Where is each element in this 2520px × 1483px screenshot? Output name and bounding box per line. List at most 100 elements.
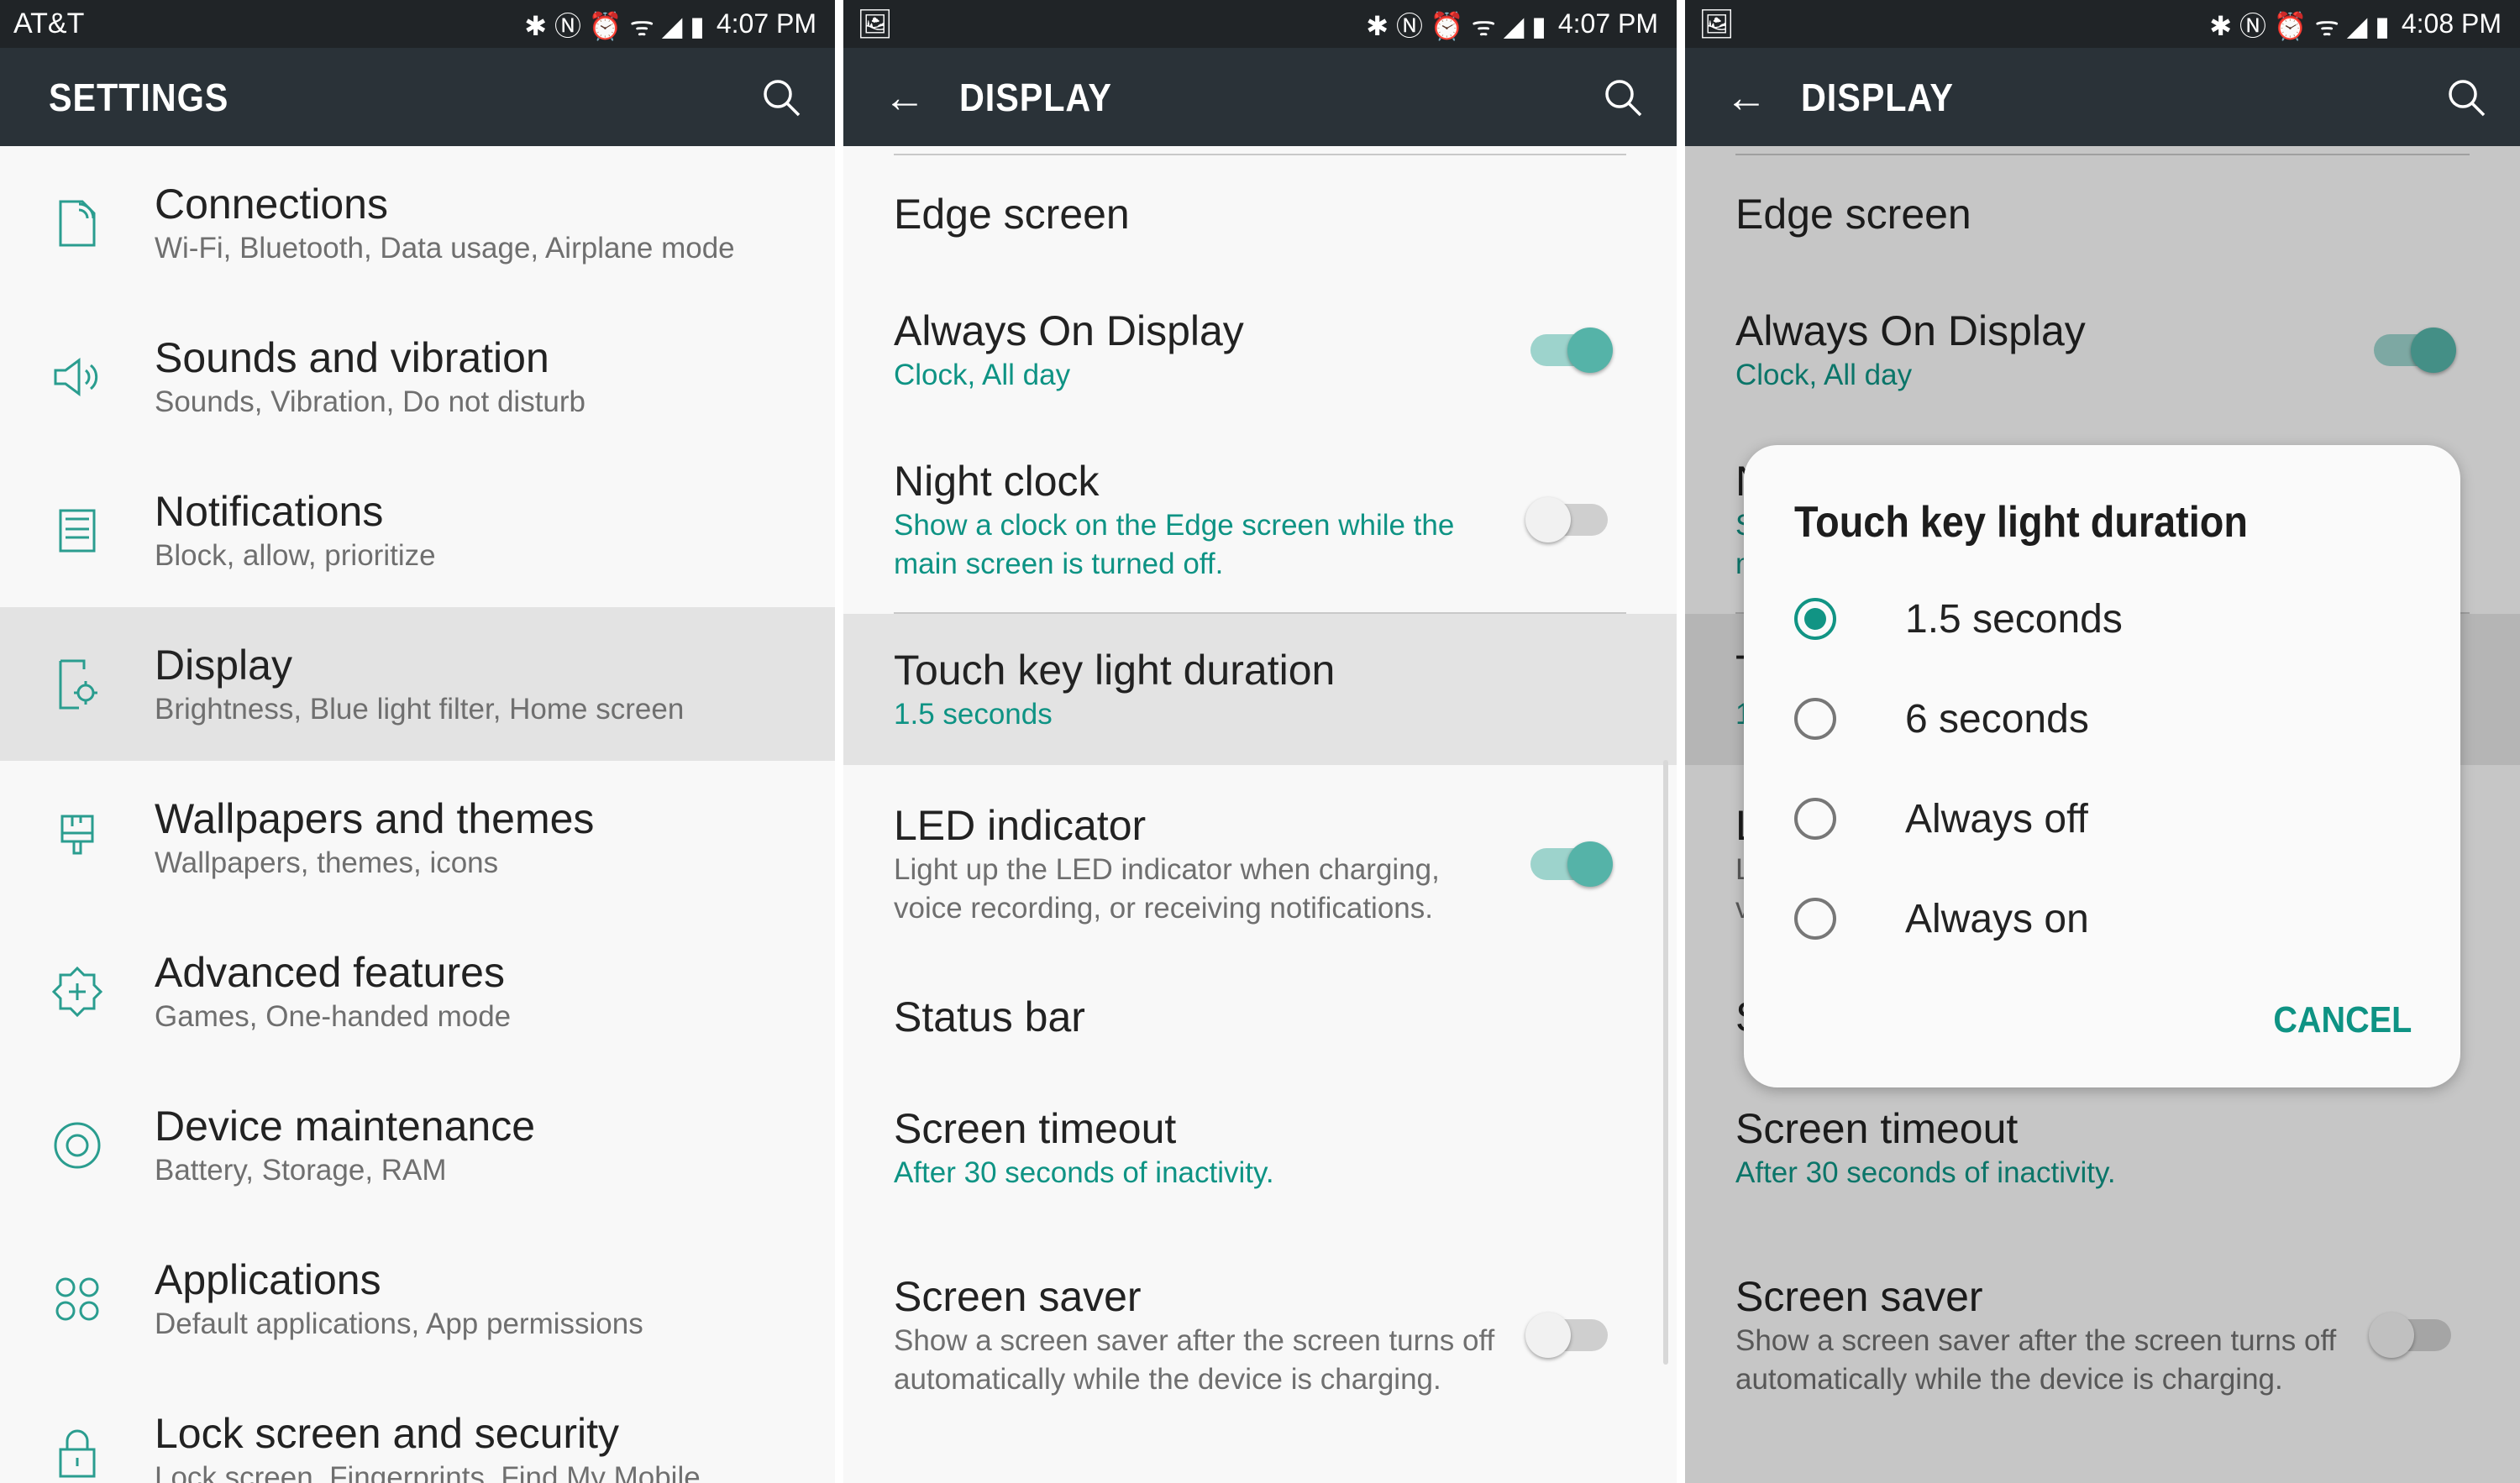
item-subtitle: Sounds, Vibration, Do not disturb (155, 385, 586, 418)
toggle-switch[interactable] (1530, 328, 1613, 373)
app-bar: SETTINGS (0, 48, 835, 146)
radio-button[interactable] (1794, 898, 1836, 940)
settings-item-lock-screen-and-security[interactable]: Lock screen and security Lock screen, Fin… (0, 1376, 835, 1483)
app-bar: ← DISPLAY (843, 48, 1677, 146)
gallery-notification-icon: 🖼 (857, 8, 894, 40)
item-title: Advanced features (155, 948, 505, 996)
radio-option[interactable]: 6 seconds (1794, 677, 2089, 761)
display-item-touch-key-light-duration[interactable]: Touch key light duration 1.5 seconds (843, 614, 1677, 765)
display-item-edge-screen[interactable]: Edge screen (894, 155, 1626, 273)
item-title: Night clock (894, 458, 1100, 505)
gear-plus-icon (51, 966, 103, 1017)
radio-button[interactable] (1794, 598, 1836, 640)
toggle-switch[interactable] (1530, 841, 1613, 887)
status-icons: ✱ Ⓝ ⏰ ᯤ ◢ ▮ 4:08 PM (2209, 8, 2502, 41)
status-bar: 🖼 ✱ Ⓝ ⏰ ᯤ ◢ ▮ 4:07 PM (843, 0, 1677, 48)
settings-item-applications[interactable]: Applications Default applications, App pe… (0, 1222, 835, 1376)
settings-item-wallpapers-and-themes[interactable]: Wallpapers and themes Wallpapers, themes,… (0, 761, 835, 914)
item-title: Connections (155, 180, 388, 228)
page-title: SETTINGS (49, 75, 229, 119)
display-item-screen-saver[interactable]: Screen saver Show a screen saver after th… (894, 1225, 1626, 1445)
dialog-title: Touch key light duration (1794, 498, 2248, 547)
lock-icon (59, 1429, 96, 1477)
toggle-knob (1525, 497, 1571, 542)
settings-item-connections[interactable]: Connections Wi-Fi, Bluetooth, Data usage,… (0, 146, 835, 300)
settings-item-notifications[interactable]: Notifications Block, allow, prioritize (0, 453, 835, 607)
search-icon[interactable] (1603, 77, 1643, 118)
display-item-status-bar[interactable]: Status bar (894, 963, 1626, 1071)
item-title: Device maintenance (155, 1102, 536, 1150)
settings-item-sounds-and-vibration[interactable]: Sounds and vibration Sounds, Vibration, D… (0, 300, 835, 453)
settings-item-advanced-features[interactable]: Advanced features Games, One-handed mode (0, 914, 835, 1068)
display-item-night-clock[interactable]: Night clockShow a clock on the Edge scre… (894, 427, 1626, 612)
item-subtitle: Games, One-handed mode (155, 999, 512, 1033)
item-title: Edge screen (894, 191, 1130, 238)
item-subtitle: Battery, Storage, RAM (155, 1153, 447, 1187)
item-subtitle: Lock screen, Fingerprints, Find My Mobil… (155, 1460, 701, 1483)
option-label: Always off (1905, 796, 2088, 841)
display-screen: 🖼 ✱ Ⓝ ⏰ ᯤ ◢ ▮ 4:07 PM ← DISPLAY Edge scr… (843, 0, 1677, 1483)
radio-option[interactable]: 1.5 seconds (1794, 577, 2123, 661)
settings-list: Connections Wi-Fi, Bluetooth, Data usage,… (0, 146, 835, 1483)
notifications-icon (59, 509, 96, 552)
search-icon[interactable] (2446, 77, 2486, 118)
back-arrow-icon[interactable]: ← (884, 73, 926, 122)
option-label: 6 seconds (1905, 696, 2089, 742)
connections-icon (59, 200, 96, 246)
settings-item-display[interactable]: Display Brightness, Blue light filter, Ho… (0, 607, 835, 761)
item-title: Screen timeout (894, 1105, 1177, 1152)
item-subtitle: Wallpapers, themes, icons (155, 846, 499, 879)
carrier-label: AT&T (13, 8, 85, 39)
status-bar: AT&T ✱ Ⓝ ⏰ ᯤ ◢ ▮ 4:07 PM (0, 0, 835, 48)
toggle-knob (1525, 1313, 1571, 1358)
toggle-switch[interactable] (1525, 497, 1608, 542)
item-title: Status bar (894, 993, 1085, 1040)
item-subtitle: After 30 seconds of inactivity. (894, 1156, 1274, 1189)
back-arrow-icon[interactable]: ← (1725, 73, 1767, 122)
display-item-screen-timeout[interactable]: Screen timeout After 30 seconds of inacti… (894, 1071, 1626, 1225)
item-subtitle: Brightness, Blue light filter, Home scre… (155, 692, 685, 726)
item-subtitle: Show a clock on the Edge screen while th… (894, 509, 1455, 580)
app-bar: ← DISPLAY (1685, 48, 2520, 146)
gallery-notification-icon: 🖼 (1698, 8, 1735, 40)
cancel-button[interactable]: CANCEL (2273, 999, 2412, 1041)
option-label: Always on (1905, 896, 2089, 941)
item-title: Always On Display (894, 307, 1244, 354)
item-title: Lock screen and security (155, 1409, 620, 1457)
speaker-icon (54, 357, 98, 396)
item-title: Display (155, 641, 292, 689)
item-title: Sounds and vibration (155, 333, 549, 381)
search-icon[interactable] (761, 77, 801, 118)
display-item-always-on-display[interactable]: Always On Display Clock, All day (894, 273, 1626, 427)
status-bar: 🖼 ✱ Ⓝ ⏰ ᯤ ◢ ▮ 4:08 PM (1685, 0, 2520, 48)
radio-option[interactable]: Always on (1794, 877, 2089, 961)
item-subtitle: Default applications, App permissions (155, 1307, 643, 1340)
settings-item-device-maintenance[interactable]: Device maintenance Battery, Storage, RAM (0, 1068, 835, 1222)
status-icons: ✱ Ⓝ ⏰ ᯤ ◢ ▮ 4:07 PM (524, 8, 816, 41)
radio-option[interactable]: Always off (1794, 777, 2088, 861)
item-title: Applications (155, 1255, 381, 1303)
toggle-switch[interactable] (1525, 1313, 1608, 1358)
radio-button[interactable] (1794, 698, 1836, 740)
page-title: DISPLAY (1801, 75, 1954, 119)
clock: 4:08 PM (2401, 8, 2502, 39)
radio-button[interactable] (1794, 798, 1836, 840)
option-label: 1.5 seconds (1905, 596, 2123, 642)
touch-key-duration-dialog: Touch key light duration 1.5 seconds 6 se… (1744, 445, 2460, 1087)
item-title: LED indicator (894, 802, 1147, 849)
item-title: Wallpapers and themes (155, 794, 595, 842)
item-subtitle: Clock, All day (894, 359, 1071, 391)
scrollbar[interactable] (1663, 760, 1668, 1365)
item-title: Screen saver (894, 1273, 1142, 1320)
settings-screen: AT&T ✱ Ⓝ ⏰ ᯤ ◢ ▮ 4:07 PM SETTINGS Connec… (0, 0, 835, 1483)
clock: 4:07 PM (1557, 8, 1658, 39)
item-subtitle: Wi-Fi, Bluetooth, Data usage, Airplane m… (155, 231, 735, 265)
item-subtitle: Light up the LED indicator when charging… (894, 853, 1440, 925)
page-title: DISPLAY (959, 75, 1112, 119)
item-title: Touch key light duration (894, 647, 1336, 694)
toggle-knob (1567, 328, 1613, 373)
display-icon (59, 659, 97, 709)
apps-icon (55, 1277, 99, 1320)
clock: 4:07 PM (716, 8, 816, 39)
display-item-led-indicator[interactable]: LED indicatorLight up the LED indicator … (894, 765, 1626, 963)
